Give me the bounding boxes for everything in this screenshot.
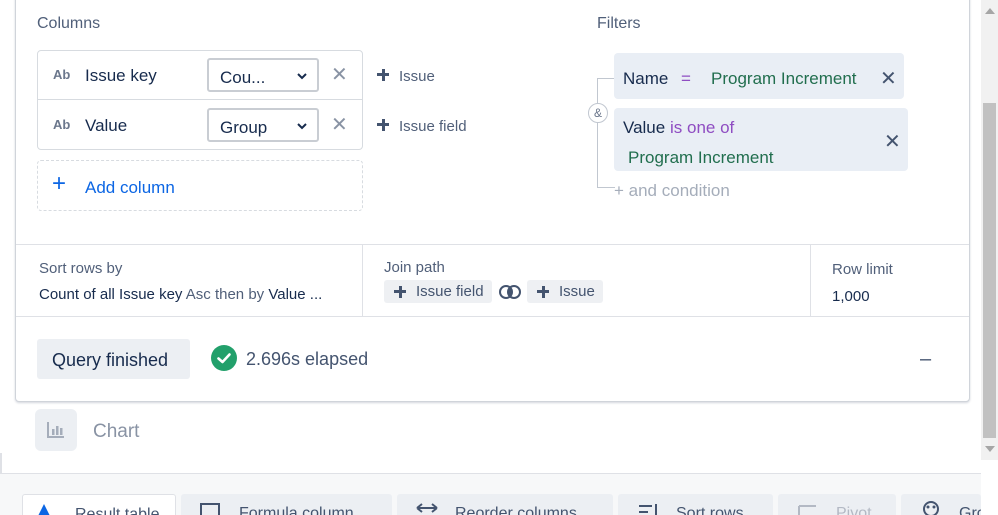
toolbar-label: Pivot <box>836 505 872 515</box>
remove-filter-icon[interactable]: ✕ <box>884 132 901 152</box>
column-source-issue-field: Issue field <box>375 117 467 135</box>
chart-step-label[interactable]: Chart <box>93 421 139 443</box>
query-finished-button[interactable]: Query finished <box>37 339 190 379</box>
toolbar-label: Sort rows <box>676 505 744 515</box>
filter-value-is-one-of[interactable]: Value is one of Program Increment ✕ <box>614 108 908 171</box>
filter-field: Name <box>623 69 669 88</box>
filter-field: Value <box>623 118 666 137</box>
sort-direction: Asc <box>185 286 211 303</box>
filter-operator: = <box>681 69 691 88</box>
aggregation-value: Cou... <box>220 68 266 87</box>
source-label: Issue field <box>399 118 467 135</box>
divider <box>16 316 969 317</box>
divider <box>16 244 969 245</box>
chart-step-icon-box[interactable] <box>35 409 77 451</box>
formula-column-button[interactable]: Formula column <box>181 494 392 515</box>
chevron-down-icon <box>297 123 307 130</box>
column-name: Value <box>85 116 128 135</box>
sort-then: then by <box>214 286 265 303</box>
sort-field-1: Count of all Issue key <box>39 286 183 303</box>
toolbar-label: Formula column <box>239 505 354 515</box>
table-source-icon <box>537 286 549 298</box>
sort-field-2: Value <box>268 286 306 303</box>
table-source-icon <box>377 119 389 131</box>
row-limit-label: Row limit <box>832 261 893 278</box>
add-column-label: Add column <box>85 178 175 197</box>
remove-column-icon[interactable]: ✕ <box>331 65 348 85</box>
result-table-button[interactable]: Result table <box>22 494 176 515</box>
elapsed-time: 2.696s elapsed <box>246 349 369 369</box>
vertical-scrollbar[interactable] <box>981 0 998 460</box>
column-name: Issue key <box>85 66 157 85</box>
toolbar-label: Gro <box>959 505 981 515</box>
divider <box>810 245 811 316</box>
join-path-label: Join path <box>384 259 445 276</box>
column-row-issue-key: Ab Issue key Cou... ✕ <box>38 51 362 100</box>
table-source-icon <box>377 69 389 81</box>
formula-icon <box>200 503 220 515</box>
divider <box>362 245 363 316</box>
sort-rows-button[interactable]: Sort rows <box>618 494 773 515</box>
aggregation-select[interactable]: Group <box>207 108 319 142</box>
sort-label: Sort rows by <box>39 260 123 277</box>
bar-chart-icon <box>47 422 64 438</box>
inner-join-icon[interactable] <box>499 284 521 300</box>
check-circle-icon <box>211 345 237 371</box>
join-to-label: Issue <box>559 283 595 300</box>
columns-heading: Columns <box>37 15 101 32</box>
aggregation-select[interactable]: Cou... <box>207 58 319 92</box>
group-icon <box>923 501 939 515</box>
filters-heading: Filters <box>597 15 641 32</box>
scroll-up-icon[interactable] <box>985 8 995 14</box>
remove-column-icon[interactable]: ✕ <box>331 115 348 135</box>
filter-operator: is one of <box>670 118 735 137</box>
join-to-chip: Issue <box>527 280 603 303</box>
add-column-button[interactable]: + Add column <box>37 160 363 211</box>
sort-ellipsis: ... <box>309 286 323 303</box>
columns-list: Ab Issue key Cou... ✕ Ab Value Group ✕ <box>37 50 363 150</box>
text-type-icon: Ab <box>53 117 71 132</box>
filter-value: Program Increment <box>711 69 857 88</box>
column-row-value: Ab Value Group ✕ <box>38 101 362 150</box>
remove-filter-icon[interactable]: ✕ <box>880 69 897 89</box>
scroll-down-icon[interactable] <box>985 446 995 452</box>
triangle-icon <box>38 504 50 515</box>
collapse-icon[interactable]: – <box>920 348 931 371</box>
reorder-columns-button[interactable]: Reorder columns <box>397 494 613 515</box>
toolbar-label: Result table <box>75 506 160 515</box>
plus-icon: + <box>52 170 67 197</box>
row-limit-value[interactable]: 1,000 <box>832 288 870 305</box>
table-source-icon <box>394 286 406 298</box>
join-from-chip: Issue field <box>384 280 492 303</box>
query-finished-label: Query finished <box>52 350 169 370</box>
pivot-button[interactable]: Pivot <box>778 494 896 515</box>
filter-name[interactable]: Name = Program Increment ✕ <box>614 53 904 99</box>
scroll-thumb[interactable] <box>983 103 996 438</box>
reorder-icon <box>416 503 438 513</box>
sort-summary[interactable]: Count of all Issue key Asc then by Value… <box>39 286 322 303</box>
add-condition-button[interactable]: + and condition <box>614 181 730 201</box>
toolbar-label: Reorder columns <box>455 505 577 515</box>
sort-icon <box>639 504 657 515</box>
filter-value: Program Increment <box>628 148 774 167</box>
column-source-issue: Issue <box>375 67 435 85</box>
source-label: Issue <box>399 68 435 85</box>
filter-bracket <box>597 78 615 188</box>
chevron-down-icon <box>297 73 307 80</box>
pivot-icon <box>798 505 816 515</box>
group-button[interactable]: Gro <box>901 494 981 515</box>
text-type-icon: Ab <box>53 67 71 82</box>
aggregation-value: Group <box>220 118 268 137</box>
and-combinator[interactable]: & <box>588 103 608 123</box>
join-from-label: Issue field <box>416 283 484 300</box>
